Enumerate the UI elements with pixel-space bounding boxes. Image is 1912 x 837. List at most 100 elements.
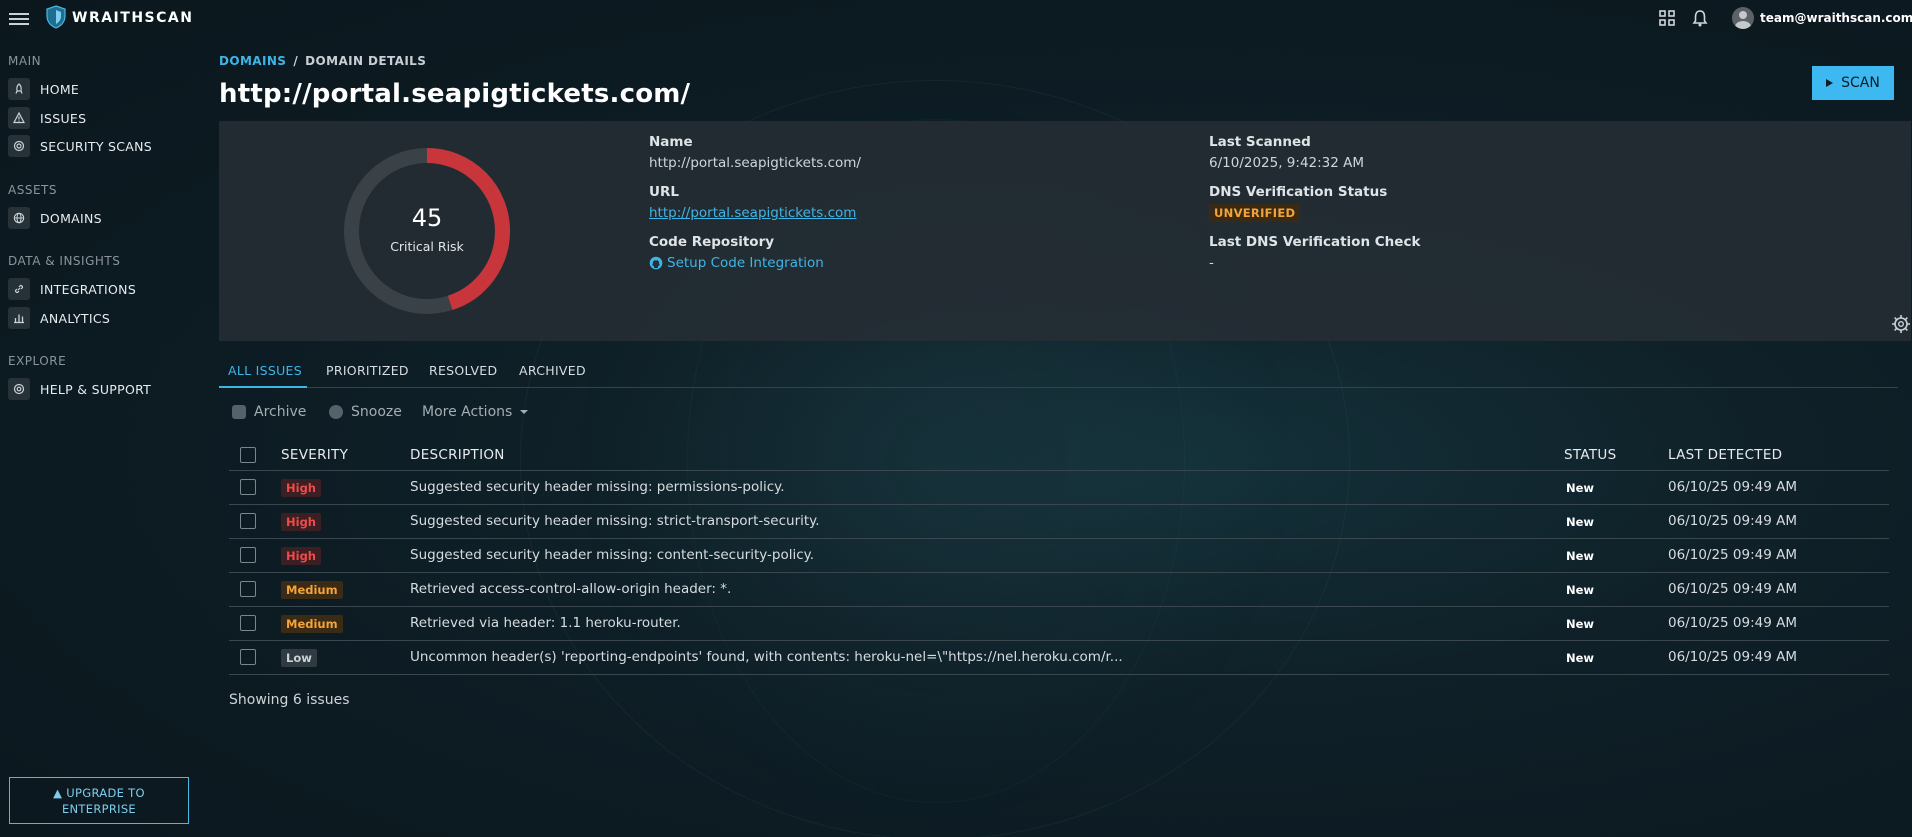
last-detected-value: 06/10/25 09:49 AM [1668, 513, 1798, 529]
apps-grid-icon[interactable] [1658, 9, 1676, 27]
row-checkbox[interactable] [240, 581, 256, 597]
status-value: New [1566, 617, 1595, 631]
breadcrumb-separator: / [293, 54, 299, 68]
snooze-icon [329, 405, 343, 419]
severity-badge: Medium [281, 615, 343, 633]
sidebar-item-issues[interactable]: ISSUES [8, 106, 86, 130]
target-icon [8, 135, 30, 157]
table-header: SEVERITY DESCRIPTION STATUS LAST DETECTE… [229, 440, 1889, 471]
last-scanned-label: Last Scanned [1209, 134, 1311, 150]
tab-all-issues[interactable]: ALL ISSUES [219, 354, 307, 388]
sidebar-item-label: ISSUES [40, 110, 87, 126]
table-row[interactable]: Medium Retrieved via header: 1.1 heroku-… [229, 607, 1889, 641]
more-actions-label: More Actions [422, 404, 513, 420]
lifebuoy-icon [8, 378, 30, 400]
github-icon [649, 256, 663, 270]
caret-down-icon [520, 410, 529, 414]
user-avatar-icon [1732, 7, 1754, 29]
upgrade-line-1: UPGRADE TO [66, 785, 145, 800]
sidebar-item-label: ANALYTICS [40, 310, 111, 326]
sidebar-item-label: HOME [40, 81, 80, 97]
rocket-icon: ▲ [53, 785, 63, 800]
tab-resolved[interactable]: RESOLVED [429, 354, 497, 388]
row-checkbox[interactable] [240, 649, 256, 665]
severity-header[interactable]: SEVERITY [281, 447, 348, 463]
setup-code-integration-link[interactable]: Setup Code Integration [649, 255, 824, 271]
row-checkbox[interactable] [240, 479, 256, 495]
section-explore: EXPLORE [8, 354, 67, 368]
severity-badge: Low [281, 649, 317, 667]
risk-label: Critical Risk [390, 239, 464, 254]
issue-description: Retrieved via header: 1.1 heroku-router. [410, 615, 681, 631]
description-header[interactable]: DESCRIPTION [410, 447, 505, 463]
severity-badge: High [281, 479, 321, 497]
domain-details-panel: 45 Critical Risk Name http://portal.seap… [219, 121, 1911, 341]
archive-action[interactable]: Archive [232, 404, 306, 420]
issue-description: Suggested security header missing: conte… [410, 547, 814, 563]
sidebar-item-home[interactable]: HOME [8, 77, 79, 101]
severity-badge: High [281, 513, 321, 531]
status-value: New [1566, 481, 1595, 495]
table-row[interactable]: High Suggested security header missing: … [229, 539, 1889, 573]
page-title: http://portal.seapigtickets.com/ [219, 79, 691, 109]
gear-icon[interactable] [1890, 313, 1912, 335]
status-value: New [1566, 549, 1595, 563]
more-actions-dropdown[interactable]: More Actions [422, 404, 529, 420]
sidebar-item-analytics[interactable]: ANALYTICS [8, 306, 110, 330]
rocket-icon [8, 78, 30, 100]
archive-icon [232, 405, 246, 419]
sidebar-item-integrations[interactable]: INTEGRATIONS [8, 277, 136, 301]
sidebar-item-security-scans[interactable]: SECURITY SCANS [8, 134, 152, 158]
upgrade-button[interactable]: ▲ UPGRADE TO ENTERPRISE [9, 777, 189, 824]
row-checkbox[interactable] [240, 513, 256, 529]
breadcrumb: DOMAINS / DOMAIN DETAILS [219, 54, 426, 68]
breadcrumb-current: DOMAIN DETAILS [305, 54, 427, 68]
status-header[interactable]: STATUS [1564, 447, 1616, 463]
table-row[interactable]: Low Uncommon header(s) 'reporting-endpoi… [229, 641, 1889, 675]
snooze-action[interactable]: Snooze [329, 404, 402, 420]
link-icon [8, 278, 30, 300]
warning-icon [8, 107, 30, 129]
sidebar-item-label: HELP & SUPPORT [40, 381, 152, 397]
bell-icon[interactable] [1691, 9, 1709, 27]
row-checkbox[interactable] [240, 547, 256, 563]
table-row[interactable]: High Suggested security header missing: … [229, 471, 1889, 505]
select-all-checkbox[interactable] [240, 447, 256, 463]
table-row[interactable]: High Suggested security header missing: … [229, 505, 1889, 539]
severity-badge: Medium [281, 581, 343, 599]
severity-badge: High [281, 547, 321, 565]
last-scanned-value: 6/10/2025, 9:42:32 AM [1209, 155, 1365, 171]
sidebar-item-label: INTEGRATIONS [40, 281, 137, 297]
url-label: URL [649, 184, 679, 200]
breadcrumb-domains-link[interactable]: DOMAINS [219, 54, 286, 68]
dns-check-value: - [1209, 255, 1214, 271]
globe-icon [8, 207, 30, 229]
name-value: http://portal.seapigtickets.com/ [649, 155, 861, 171]
snooze-label: Snooze [351, 404, 402, 420]
status-value: New [1566, 651, 1595, 665]
last-detected-value: 06/10/25 09:49 AM [1668, 581, 1798, 597]
shield-logo-icon [46, 5, 66, 29]
row-checkbox[interactable] [240, 615, 256, 631]
sidebar-item-domains[interactable]: DOMAINS [8, 206, 102, 230]
tab-prioritized[interactable]: PRIORITIZED [326, 354, 409, 388]
menu-icon[interactable] [9, 13, 29, 25]
sidebar-item-help-support[interactable]: HELP & SUPPORT [8, 377, 151, 401]
archive-label: Archive [254, 404, 307, 420]
issue-description: Uncommon header(s) 'reporting-endpoints'… [410, 649, 1123, 665]
last-detected-value: 06/10/25 09:49 AM [1668, 479, 1798, 495]
risk-score: 45 [411, 204, 443, 232]
issue-description: Retrieved access-control-allow-origin he… [410, 581, 732, 597]
url-link[interactable]: http://portal.seapigtickets.com [649, 205, 856, 221]
bar-chart-icon [8, 307, 30, 329]
sidebar-item-label: SECURITY SCANS [40, 138, 153, 154]
scan-button[interactable]: SCAN [1812, 66, 1894, 100]
last-detected-header[interactable]: LAST DETECTED [1668, 447, 1782, 463]
tab-archived[interactable]: ARCHIVED [519, 354, 586, 388]
top-bar: WRAITHSCAN team@wraithscan.com [0, 0, 1912, 36]
issue-description: Suggested security header missing: permi… [410, 479, 785, 495]
table-row[interactable]: Medium Retrieved access-control-allow-or… [229, 573, 1889, 607]
play-icon [1826, 79, 1834, 87]
last-detected-value: 06/10/25 09:49 AM [1668, 615, 1798, 631]
user-menu[interactable]: team@wraithscan.com [1732, 7, 1912, 29]
